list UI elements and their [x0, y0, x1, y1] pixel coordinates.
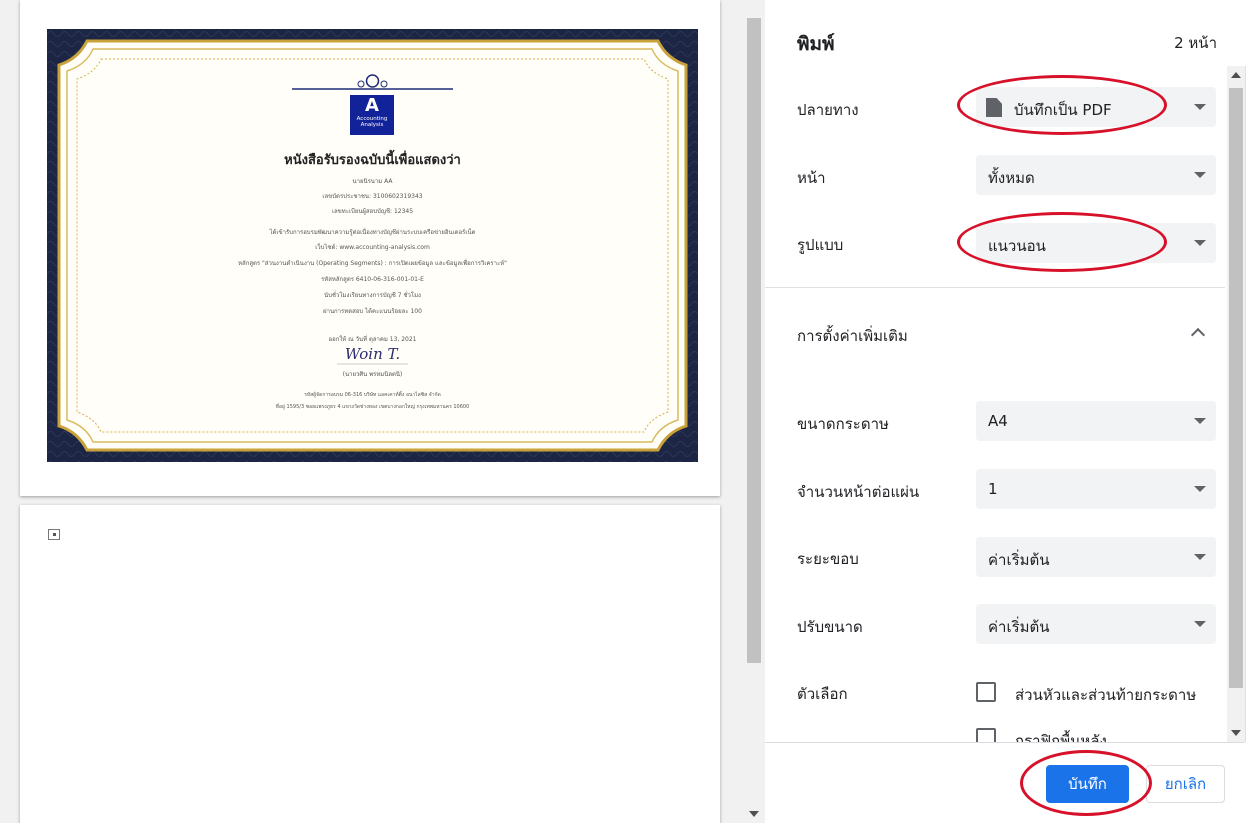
scroll-down-arrow-icon[interactable] [749, 811, 759, 817]
window-edge [1245, 0, 1251, 823]
accounting-analysis-logo: A Accounting Analysis [350, 95, 394, 135]
scale-value: ค่าเริ่มต้น [988, 618, 1050, 636]
certificate-training-line: ได้เข้ารับการอบรมพัฒนาความรู้ต่อเนื่องทา… [269, 229, 476, 236]
dropdown-arrow-icon [1194, 554, 1206, 560]
panel-title: พิมพ์ [797, 33, 835, 55]
layout-select[interactable]: แนวนอน [976, 223, 1216, 263]
certificate: A Accounting Analysis หนังสือรับรองฉบับน… [47, 29, 698, 462]
dropdown-arrow-icon [1194, 486, 1206, 492]
margins-select[interactable]: ค่าเริ่มต้น [976, 537, 1216, 577]
scale-select[interactable]: ค่าเริ่มต้น [976, 604, 1216, 644]
save-button[interactable]: บันทึก [1046, 765, 1129, 803]
settings-scrollbar[interactable] [1227, 66, 1245, 742]
certificate-title: หนังสือรับรองฉบับนี้เพื่อแสดงว่า [284, 153, 461, 168]
print-preview: A Accounting Analysis หนังสือรับรองฉบับน… [0, 0, 765, 823]
pdf-file-icon [986, 98, 1002, 117]
dropdown-arrow-icon [1194, 240, 1206, 246]
scale-label: ปรับขนาด [797, 618, 863, 636]
dropdown-arrow-icon [1194, 172, 1206, 178]
background-graphics-checkbox[interactable] [976, 728, 996, 742]
headers-footers-checkbox[interactable] [976, 682, 996, 702]
certificate-course: หลักสูตร "ส่วนงานดำเนินงาน (Operating Se… [238, 260, 507, 267]
background-graphics-label[interactable]: กราฟิกพื้นหลัง [1015, 729, 1107, 742]
preview-page-1: A Accounting Analysis หนังสือรับรองฉบับน… [20, 0, 720, 496]
logo-letter: A [365, 95, 379, 116]
page-count: 2 หน้า [1174, 34, 1217, 52]
margins-value: ค่าเริ่มต้น [988, 551, 1050, 569]
more-settings-toggle[interactable]: การตั้งค่าเพิ่มเติม [797, 324, 908, 348]
certificate-score: ผ่านการทดสอบ ได้คะแนนร้อยละ 100 [323, 308, 422, 315]
print-settings-panel: พิมพ์ 2 หน้า ปลายทาง บันทึกเป็น PDF หน้า… [765, 0, 1245, 823]
cancel-button[interactable]: ยกเลิก [1146, 765, 1225, 803]
preview-scrollbar-thumb[interactable] [747, 18, 761, 663]
preview-scrollbar[interactable] [745, 0, 763, 823]
certificate-org-line-1: รหัสผู้จัดการอบรม 06-316 บริษัท แอคเคาท์… [304, 392, 441, 398]
section-divider [765, 287, 1225, 288]
certificate-course-code: รหัสหลักสูตร 6410-06-316-001-01-E [321, 276, 424, 283]
options-label: ตัวเลือก [797, 685, 848, 703]
layout-value: แนวนอน [988, 237, 1046, 255]
pages-select[interactable]: ทั้งหมด [976, 155, 1216, 195]
chevron-up-icon[interactable] [1190, 327, 1206, 343]
pages-per-sheet-value: 1 [988, 480, 998, 498]
paper-size-value: A4 [988, 412, 1008, 430]
headers-footers-label[interactable]: ส่วนหัวและส่วนท้ายกระดาษ [1015, 683, 1196, 707]
settings-scrollbar-thumb[interactable] [1229, 88, 1243, 688]
certificate-signer: (นายวศิน พรหมนิลตนิ) [342, 371, 403, 378]
pages-per-sheet-label: จำนวนหน้าต่อแผ่น [797, 483, 920, 501]
scroll-down-arrow-icon[interactable] [1231, 730, 1241, 736]
settings-list: ปลายทาง บันทึกเป็น PDF หน้า ทั้งหมด รูปแ… [765, 66, 1245, 742]
certificate-website: เว็บไซต์: www.accounting-analysis.com [315, 244, 430, 251]
pages-per-sheet-select[interactable]: 1 [976, 469, 1216, 509]
scroll-up-arrow-icon[interactable] [1231, 72, 1241, 78]
certificate-recipient: นายนิรนาม AA [352, 178, 393, 185]
certificate-registration: เลขทะเบียนผู้สอบบัญชี: 12345 [331, 208, 414, 215]
certificate-hours: นับชั่วโมงเรียนทางการบัญชี 7 ชั่วโมง [323, 292, 421, 299]
certificate-id-number: เลขบัตรประชาชน: 3100602319343 [322, 193, 423, 200]
certificate-org-line-2: ที่อยู่ 1595/3 ซอยแพรงภูธร 4 แขวงวัดช่าง… [275, 404, 470, 410]
certificate-issued-date: ออกให้ ณ วันที่ ตุลาคม 13, 2021 [328, 336, 417, 343]
margins-label: ระยะขอบ [797, 550, 859, 568]
preview-page-2 [20, 505, 720, 823]
logo-text-2: Analysis [360, 122, 384, 128]
paper-size-select[interactable]: A4 [976, 401, 1216, 441]
certificate-signature: Woin T. [344, 345, 401, 363]
footer-divider [765, 742, 1245, 743]
destination-label: ปลายทาง [797, 101, 859, 119]
pages-label: หน้า [797, 169, 826, 187]
pages-value: ทั้งหมด [988, 169, 1035, 187]
placeholder-image-icon [48, 529, 60, 540]
destination-select[interactable]: บันทึกเป็น PDF [976, 87, 1216, 127]
dropdown-arrow-icon [1194, 104, 1206, 110]
layout-label: รูปแบบ [797, 236, 844, 254]
dropdown-arrow-icon [1194, 418, 1206, 424]
paper-size-label: ขนาดกระดาษ [797, 415, 889, 433]
dropdown-arrow-icon [1194, 621, 1206, 627]
destination-value: บันทึกเป็น PDF [1014, 101, 1112, 119]
